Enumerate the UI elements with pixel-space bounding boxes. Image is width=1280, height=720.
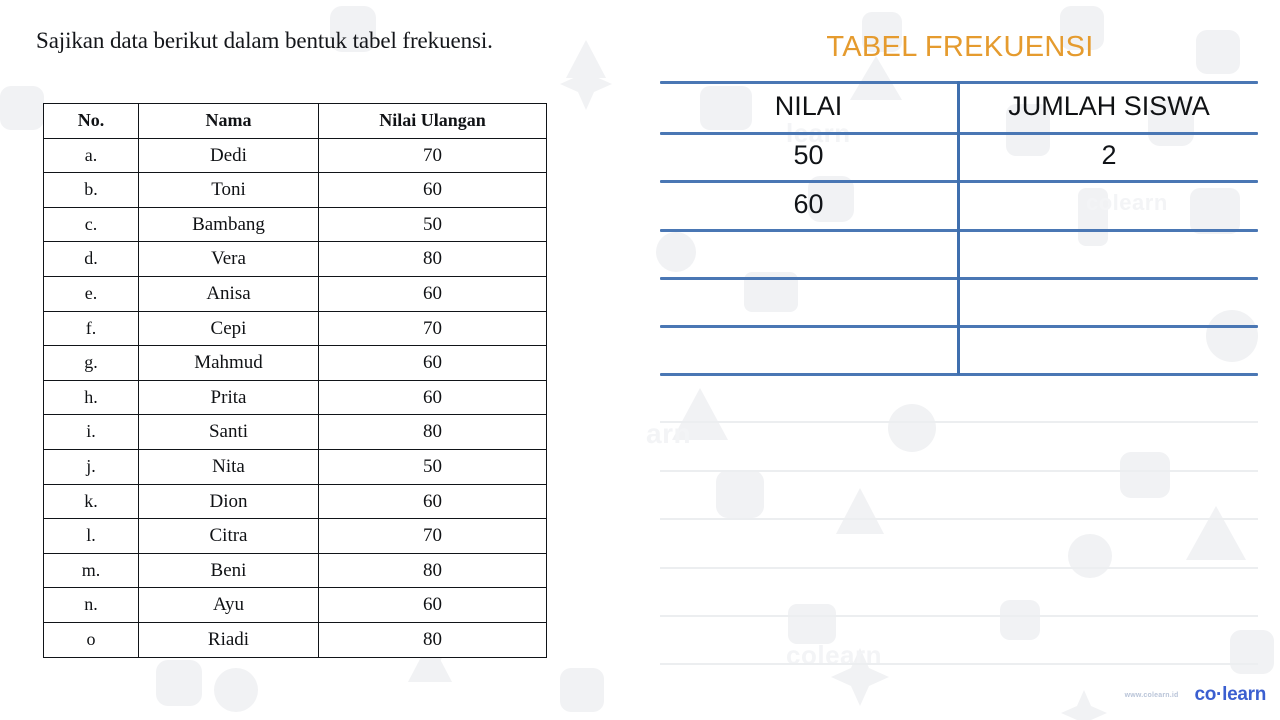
- cell-nilai: 70: [318, 137, 547, 174]
- cell-nama: Beni: [138, 552, 319, 589]
- frequency-column-header-jumlah-siswa: JUMLAH SISWA: [1008, 91, 1210, 121]
- frequency-cell-nilai[interactable]: 50: [660, 140, 957, 171]
- cell-no: j.: [43, 448, 139, 485]
- cell-no: c.: [43, 206, 139, 243]
- table-row: d. Vera 80: [43, 241, 547, 277]
- table-row: j. Nita 50: [43, 448, 547, 485]
- cell-nilai: 70: [318, 310, 547, 347]
- column-header-nilai: Nilai Ulangan: [318, 103, 547, 139]
- cell-no: o: [43, 621, 139, 658]
- frequency-table-title: TABEL FREKUENSI: [826, 31, 1094, 63]
- table-header-row: No. Nama Nilai Ulangan: [43, 103, 547, 139]
- footer-website-url: www.colearn.id: [1124, 691, 1179, 699]
- question-panel: Sajikan data berikut dalam bentuk tabel …: [0, 0, 640, 720]
- cell-nilai: 80: [318, 552, 547, 589]
- cell-nama: Riadi: [138, 621, 319, 658]
- cell-no: e.: [43, 275, 139, 312]
- frequency-cell-jumlah[interactable]: 2: [960, 140, 1258, 171]
- cell-nama: Nita: [138, 448, 319, 485]
- cell-nilai: 50: [318, 448, 547, 485]
- colearn-footer-logo: www.colearn.id co·learn: [1124, 684, 1267, 706]
- table-row: m. Beni 80: [43, 552, 547, 589]
- cell-nama: Cepi: [138, 310, 319, 347]
- table-row: i. Santi 80: [43, 414, 547, 450]
- cell-no: n.: [43, 587, 139, 623]
- frequency-column-header-nilai: NILAI: [774, 91, 843, 121]
- source-data-table: No. Nama Nilai Ulangan a. Dedi 70 b. Ton…: [43, 103, 547, 658]
- cell-no: h.: [43, 379, 139, 416]
- cell-nama: Prita: [138, 379, 319, 416]
- cell-nama: Dedi: [138, 137, 319, 174]
- cell-nama: Mahmud: [138, 345, 319, 381]
- cell-no: l.: [43, 518, 139, 554]
- answer-panel: TABEL FREKUENSI NILAI JUMLAH SISWA 50 2 …: [640, 0, 1280, 720]
- table-row: h. Prita 60: [43, 379, 547, 416]
- cell-nilai: 50: [318, 206, 547, 243]
- table-row: l. Citra 70: [43, 518, 547, 554]
- cell-nama: Bambang: [138, 206, 319, 243]
- cell-no: i.: [43, 414, 139, 450]
- column-header-no: No.: [43, 103, 139, 139]
- frequency-table-column-divider: [957, 81, 960, 375]
- cell-nama: Santi: [138, 414, 319, 450]
- cell-nama: Vera: [138, 241, 319, 277]
- cell-nama: Toni: [138, 172, 319, 208]
- cell-nilai: 60: [318, 275, 547, 312]
- cell-nama: Citra: [138, 518, 319, 554]
- table-row: o Riadi 80: [43, 621, 547, 658]
- cell-no: g.: [43, 345, 139, 381]
- cell-no: b.: [43, 172, 139, 208]
- question-prompt: Sajikan data berikut dalam bentuk tabel …: [36, 28, 493, 53]
- column-header-nama: Nama: [138, 103, 319, 139]
- table-row: a. Dedi 70: [43, 137, 547, 174]
- colearn-brand-wordmark: co·learn: [1194, 684, 1266, 705]
- table-row: g. Mahmud 60: [43, 345, 547, 381]
- cell-no: f.: [43, 310, 139, 347]
- table-row: b. Toni 60: [43, 172, 547, 208]
- cell-nilai: 60: [318, 379, 547, 416]
- table-row: n. Ayu 60: [43, 587, 547, 623]
- cell-nama: Anisa: [138, 275, 319, 312]
- cell-nilai: 80: [318, 414, 547, 450]
- cell-nilai: 60: [318, 587, 547, 623]
- cell-no: m.: [43, 552, 139, 589]
- frequency-cell-nilai[interactable]: 60: [660, 189, 957, 220]
- cell-nilai: 70: [318, 518, 547, 554]
- cell-nama: Dion: [138, 483, 319, 520]
- cell-no: d.: [43, 241, 139, 277]
- cell-nilai: 80: [318, 241, 547, 277]
- frequency-table: NILAI JUMLAH SISWA 50 2 60: [660, 76, 1260, 378]
- cell-nilai: 60: [318, 345, 547, 381]
- cell-nilai: 60: [318, 483, 547, 520]
- cell-nama: Ayu: [138, 587, 319, 623]
- table-row: e. Anisa 60: [43, 275, 547, 312]
- table-row: k. Dion 60: [43, 483, 547, 520]
- cell-no: k.: [43, 483, 139, 520]
- cell-no: a.: [43, 137, 139, 174]
- table-row: c. Bambang 50: [43, 206, 547, 243]
- cell-nilai: 80: [318, 621, 547, 658]
- table-row: f. Cepi 70: [43, 310, 547, 347]
- cell-nilai: 60: [318, 172, 547, 208]
